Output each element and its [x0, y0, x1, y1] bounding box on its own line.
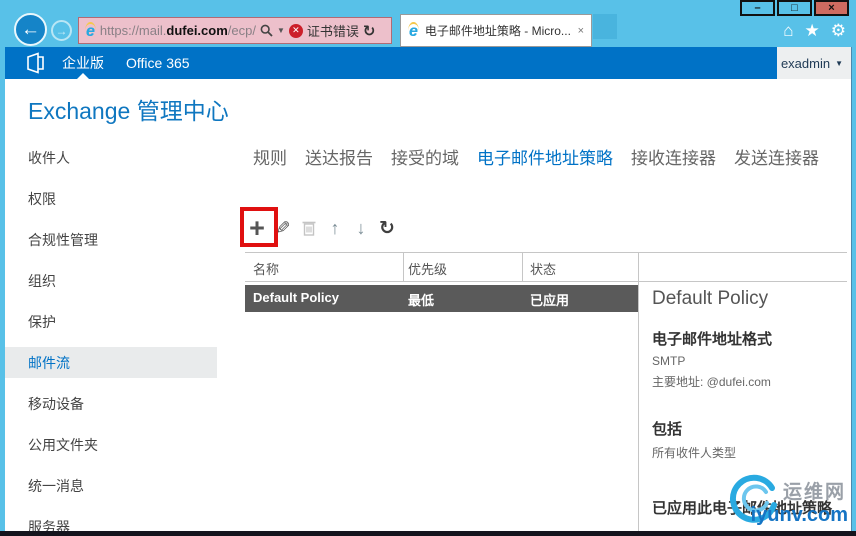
column-divider-2	[522, 252, 523, 281]
header-bottom-line	[245, 281, 847, 282]
details-title: Default Policy	[652, 288, 769, 309]
details-include-value: 所有收件人类型	[652, 446, 737, 460]
watermark-cn-text: 运维网	[782, 482, 846, 503]
home-icon[interactable]: ⌂	[783, 21, 793, 41]
sidebar-item-organization[interactable]: 组织	[5, 260, 230, 301]
page-refresh-icon[interactable]: ↻	[363, 22, 376, 40]
edition-menu[interactable]: 企业版	[62, 47, 104, 79]
row-status: 已应用	[530, 293, 570, 308]
tab-accepted-domains[interactable]: 接受的域	[391, 144, 459, 169]
tab-email-address-policies[interactable]: 电子邮件地址策略	[477, 144, 613, 169]
office365-bar: 企业版 Office 365 exadmin ▼	[0, 47, 856, 79]
refresh-button[interactable]: ↻	[374, 210, 400, 246]
sidebar: 收件人 权限 合规性管理 组织 保护 邮件流 移动设备 公用文件夹 统一消息 服…	[5, 137, 230, 536]
user-name: exadmin	[780, 55, 831, 71]
tab-delivery-reports[interactable]: 送达报告	[305, 144, 373, 169]
window-border-right	[851, 47, 856, 536]
window-border-left	[0, 47, 5, 536]
office-logo-icon	[27, 52, 44, 74]
sidebar-item-compliance[interactable]: 合规性管理	[5, 219, 230, 260]
sidebar-item-unifiedmessaging[interactable]: 统一消息	[5, 465, 230, 506]
details-format-primary: 主要地址: @dufei.com	[652, 375, 771, 389]
column-header-status[interactable]: 状态	[530, 259, 556, 278]
ie-icon: e	[85, 21, 96, 40]
window-controls: – □ ×	[738, 0, 849, 16]
edition-caret-icon	[77, 73, 89, 79]
window-border-bottom	[0, 531, 856, 536]
sidebar-item-recipients[interactable]: 收件人	[5, 137, 230, 178]
url-prefix: https://mail.	[99, 23, 167, 38]
sidebar-item-permissions[interactable]: 权限	[5, 178, 230, 219]
tab-title: 电子邮件地址策略 - Micro...	[424, 24, 571, 38]
page-title: Exchange 管理中心	[28, 98, 229, 124]
edition-label: 企业版	[62, 55, 104, 71]
tab-rules[interactable]: 规则	[253, 144, 287, 169]
sidebar-item-protection[interactable]: 保护	[5, 301, 230, 342]
browser-tab[interactable]: e 电子邮件地址策略 - Micro... ×	[400, 14, 592, 47]
tab-close-icon[interactable]: ×	[578, 25, 584, 37]
row-priority: 最低	[408, 293, 435, 308]
favorites-star-icon[interactable]: ★	[805, 21, 820, 41]
close-button[interactable]: ×	[814, 0, 849, 16]
certificate-error-label[interactable]: 证书错误	[307, 21, 359, 40]
certificate-error-icon: ✕	[288, 23, 303, 38]
details-format-type: SMTP	[652, 354, 686, 368]
product-label: Office 365	[126, 55, 190, 71]
minimize-button[interactable]: –	[740, 0, 775, 16]
details-include-heading: 包括	[652, 421, 683, 438]
address-dropdown-caret-icon[interactable]: ▼	[277, 26, 285, 35]
url-domain: dufei.com	[166, 23, 228, 38]
back-button[interactable]: ←	[14, 13, 47, 46]
address-bar[interactable]: e https://mail.dufei.com/ecp/ ▼ ✕ 证书错误 ↻	[78, 17, 392, 44]
column-divider-1	[403, 252, 404, 281]
section-tabs: 规则 送达报告 接受的域 电子邮件地址策略 接收连接器 发送连接器	[253, 144, 819, 169]
sidebar-item-publicfolders[interactable]: 公用文件夹	[5, 424, 230, 465]
tab-send-connectors[interactable]: 发送连接器	[734, 144, 819, 169]
delete-button[interactable]	[296, 210, 322, 246]
user-caret-icon: ▼	[835, 58, 843, 68]
tab-ie-icon: e	[408, 21, 419, 40]
header-top-line	[245, 252, 847, 253]
sidebar-item-mobile[interactable]: 移动设备	[5, 383, 230, 424]
chrome-icons: ⌂ ★ ⚙	[783, 21, 846, 41]
search-icon[interactable]	[260, 24, 273, 37]
details-pane-divider	[638, 252, 639, 531]
url-text[interactable]: https://mail.dufei.com/ecp/	[100, 23, 256, 38]
row-name: Default Policy	[253, 290, 339, 305]
move-down-button[interactable]: ↓	[348, 210, 374, 246]
browser-window: – □ × ← → e https://mail.dufei.com/ecp/ …	[0, 0, 856, 536]
settings-gear-icon[interactable]: ⚙	[831, 21, 846, 41]
forward-button[interactable]: →	[51, 20, 72, 41]
new-tab-button[interactable]	[593, 14, 617, 39]
move-up-button[interactable]: ↑	[322, 210, 348, 246]
details-format-heading: 电子邮件地址格式	[652, 331, 773, 348]
url-path: /ecp/	[227, 23, 256, 38]
column-header-priority[interactable]: 优先级	[408, 259, 447, 278]
sidebar-item-mailflow[interactable]: 邮件流	[5, 342, 230, 383]
watermark: 运维网 iyunv.com	[728, 474, 848, 529]
tab-receive-connectors[interactable]: 接收连接器	[631, 144, 716, 169]
user-menu[interactable]: exadmin ▼	[777, 47, 851, 79]
table-row-default-policy[interactable]: Default Policy 最低 已应用	[245, 285, 638, 312]
watermark-domain-text: iyunv.com	[750, 504, 848, 526]
annotation-red-box	[240, 207, 278, 247]
column-header-name[interactable]: 名称	[253, 259, 279, 278]
maximize-button[interactable]: □	[777, 0, 812, 16]
browser-chrome: – □ × ← → e https://mail.dufei.com/ecp/ …	[0, 0, 856, 47]
